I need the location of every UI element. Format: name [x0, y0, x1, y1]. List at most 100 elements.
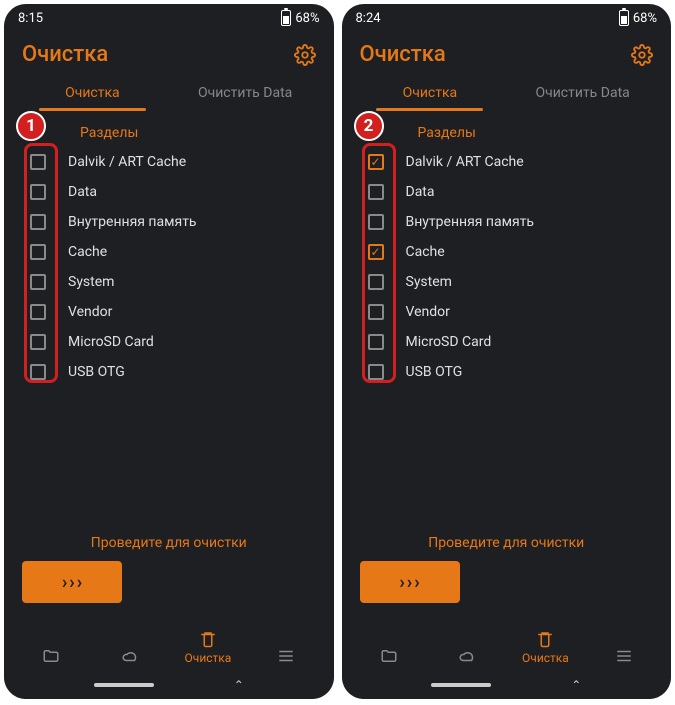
trash-icon	[197, 630, 219, 648]
list-item[interactable]: Data	[30, 177, 316, 207]
screen-1: 1 8:15 68% Очистка Очистка Очистить Data…	[4, 4, 334, 699]
cloud-icon	[119, 647, 141, 665]
item-label: System	[68, 274, 114, 290]
checkbox[interactable]	[30, 364, 46, 380]
item-label: Dalvik / ART Cache	[406, 154, 524, 170]
swipe-label: Проведите для очистки	[22, 535, 316, 551]
battery-percent: 68%	[633, 11, 657, 26]
list-item[interactable]: System	[368, 267, 654, 297]
item-label: Data	[406, 184, 435, 200]
checkbox[interactable]	[30, 274, 46, 290]
list-item[interactable]: Cache	[30, 237, 316, 267]
swipe-button[interactable]: › › ›	[360, 561, 460, 603]
section-label: Разделы	[342, 111, 672, 147]
chevron-right-icon: ›	[399, 572, 404, 593]
item-label: MicroSD Card	[68, 334, 154, 350]
item-label: Внутренняя память	[68, 214, 197, 230]
checkbox[interactable]	[368, 274, 384, 290]
checkbox[interactable]	[30, 154, 46, 170]
title-bar: Очистка	[342, 32, 672, 71]
partition-list: ✓ Dalvik / ART Cache Data Внутренняя память…	[342, 147, 672, 387]
checkbox[interactable]	[30, 184, 46, 200]
list-item[interactable]: MicroSD Card	[368, 327, 654, 357]
chevron-right-icon: ›	[69, 572, 74, 593]
list-item[interactable]: Dalvik / ART Cache	[30, 147, 316, 177]
tabs: Очистка Очистить Data	[342, 71, 672, 111]
nav-label: Очистка	[522, 651, 569, 665]
list-item[interactable]: Data	[368, 177, 654, 207]
tab-wipe[interactable]: Очистка	[16, 79, 169, 111]
list-item[interactable]: ✓Cache	[368, 237, 654, 267]
checkbox[interactable]	[30, 214, 46, 230]
status-bar: 8:15 68%	[4, 4, 334, 32]
checkbox[interactable]: ✓	[368, 154, 384, 170]
gear-icon[interactable]	[294, 44, 316, 66]
recents-caret[interactable]: ⌃	[234, 678, 244, 692]
checkbox[interactable]	[368, 364, 384, 380]
battery-icon	[619, 10, 629, 26]
list-item[interactable]: Внутренняя память	[368, 207, 654, 237]
checkbox[interactable]	[368, 304, 384, 320]
list-item[interactable]: System	[30, 267, 316, 297]
list-item[interactable]: MicroSD Card	[30, 327, 316, 357]
item-label: USB OTG	[406, 364, 463, 380]
nav-cloud[interactable]	[428, 647, 506, 665]
tabs: Очистка Очистить Data	[4, 71, 334, 111]
system-nav: ⌃	[4, 671, 334, 699]
chevron-right-icon: ›	[414, 572, 419, 593]
bottom-nav: Очистка	[342, 611, 672, 671]
checkmark-icon: ✓	[370, 246, 380, 258]
bottom-nav: Очистка	[4, 611, 334, 671]
tab-wipe-data[interactable]: Очистить Data	[169, 79, 322, 111]
list-item[interactable]: Vendor	[30, 297, 316, 327]
item-label: Dalvik / ART Cache	[68, 154, 186, 170]
checkbox[interactable]	[30, 244, 46, 260]
nav-menu[interactable]	[585, 647, 663, 665]
checkbox[interactable]	[368, 334, 384, 350]
trash-icon	[534, 630, 556, 648]
page-title: Очистка	[22, 42, 108, 67]
step-badge: 1	[16, 111, 46, 141]
chevron-right-icon: ›	[407, 572, 412, 593]
list-item[interactable]: ✓ Dalvik / ART Cache	[368, 147, 654, 177]
folder-icon	[40, 647, 62, 665]
item-label: USB OTG	[68, 364, 125, 380]
checkbox[interactable]	[368, 214, 384, 230]
nav-wipe[interactable]: Очистка	[506, 630, 584, 665]
swipe-button[interactable]: › › ›	[22, 561, 122, 603]
list-item[interactable]: Внутренняя память	[30, 207, 316, 237]
nav-files[interactable]	[12, 647, 90, 665]
swipe-label: Проведите для очистки	[360, 535, 654, 551]
nav-wipe[interactable]: Очистка	[169, 630, 247, 665]
chevron-right-icon: ›	[77, 572, 82, 593]
item-label: Vendor	[68, 304, 112, 320]
checkbox[interactable]	[30, 304, 46, 320]
menu-icon	[275, 647, 297, 665]
item-label: Data	[68, 184, 97, 200]
battery-percent: 68%	[295, 11, 319, 26]
tab-wipe[interactable]: Очистка	[354, 79, 507, 111]
checkbox[interactable]: ✓	[368, 244, 384, 260]
tab-wipe-data[interactable]: Очистить Data	[506, 79, 659, 111]
list-item[interactable]: Vendor	[368, 297, 654, 327]
checkbox[interactable]	[30, 334, 46, 350]
title-bar: Очистка	[4, 32, 334, 71]
swipe-area: Проведите для очистки › › ›	[4, 535, 334, 611]
home-pill[interactable]	[431, 683, 491, 687]
nav-menu[interactable]	[247, 647, 325, 665]
swipe-area: Проведите для очистки › › ›	[342, 535, 672, 611]
clock: 8:24	[356, 11, 381, 26]
folder-icon	[378, 647, 400, 665]
clock: 8:15	[18, 11, 43, 26]
gear-icon[interactable]	[631, 44, 653, 66]
nav-label: Очистка	[185, 651, 232, 665]
recents-caret[interactable]: ⌃	[571, 678, 581, 692]
nav-files[interactable]	[350, 647, 428, 665]
nav-cloud[interactable]	[90, 647, 168, 665]
checkbox[interactable]	[368, 184, 384, 200]
list-item[interactable]: USB OTG	[368, 357, 654, 387]
list-item[interactable]: USB OTG	[30, 357, 316, 387]
menu-icon	[613, 647, 635, 665]
home-pill[interactable]	[94, 683, 154, 687]
step-badge: 2	[354, 111, 384, 141]
